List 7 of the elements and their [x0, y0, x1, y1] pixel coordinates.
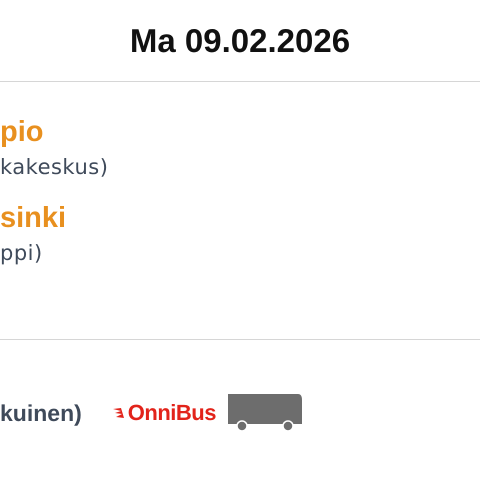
stop-city: pio [0, 118, 44, 147]
operator-logo: OnniBus [112, 400, 216, 426]
stop-city: sinki [0, 204, 66, 233]
bus-type-label: kuinen) [0, 400, 82, 426]
stop-place: ppi) [0, 243, 43, 264]
date-title: Ma 09.02.2026 [130, 22, 350, 60]
stop-place: kakeskus) [0, 157, 108, 178]
